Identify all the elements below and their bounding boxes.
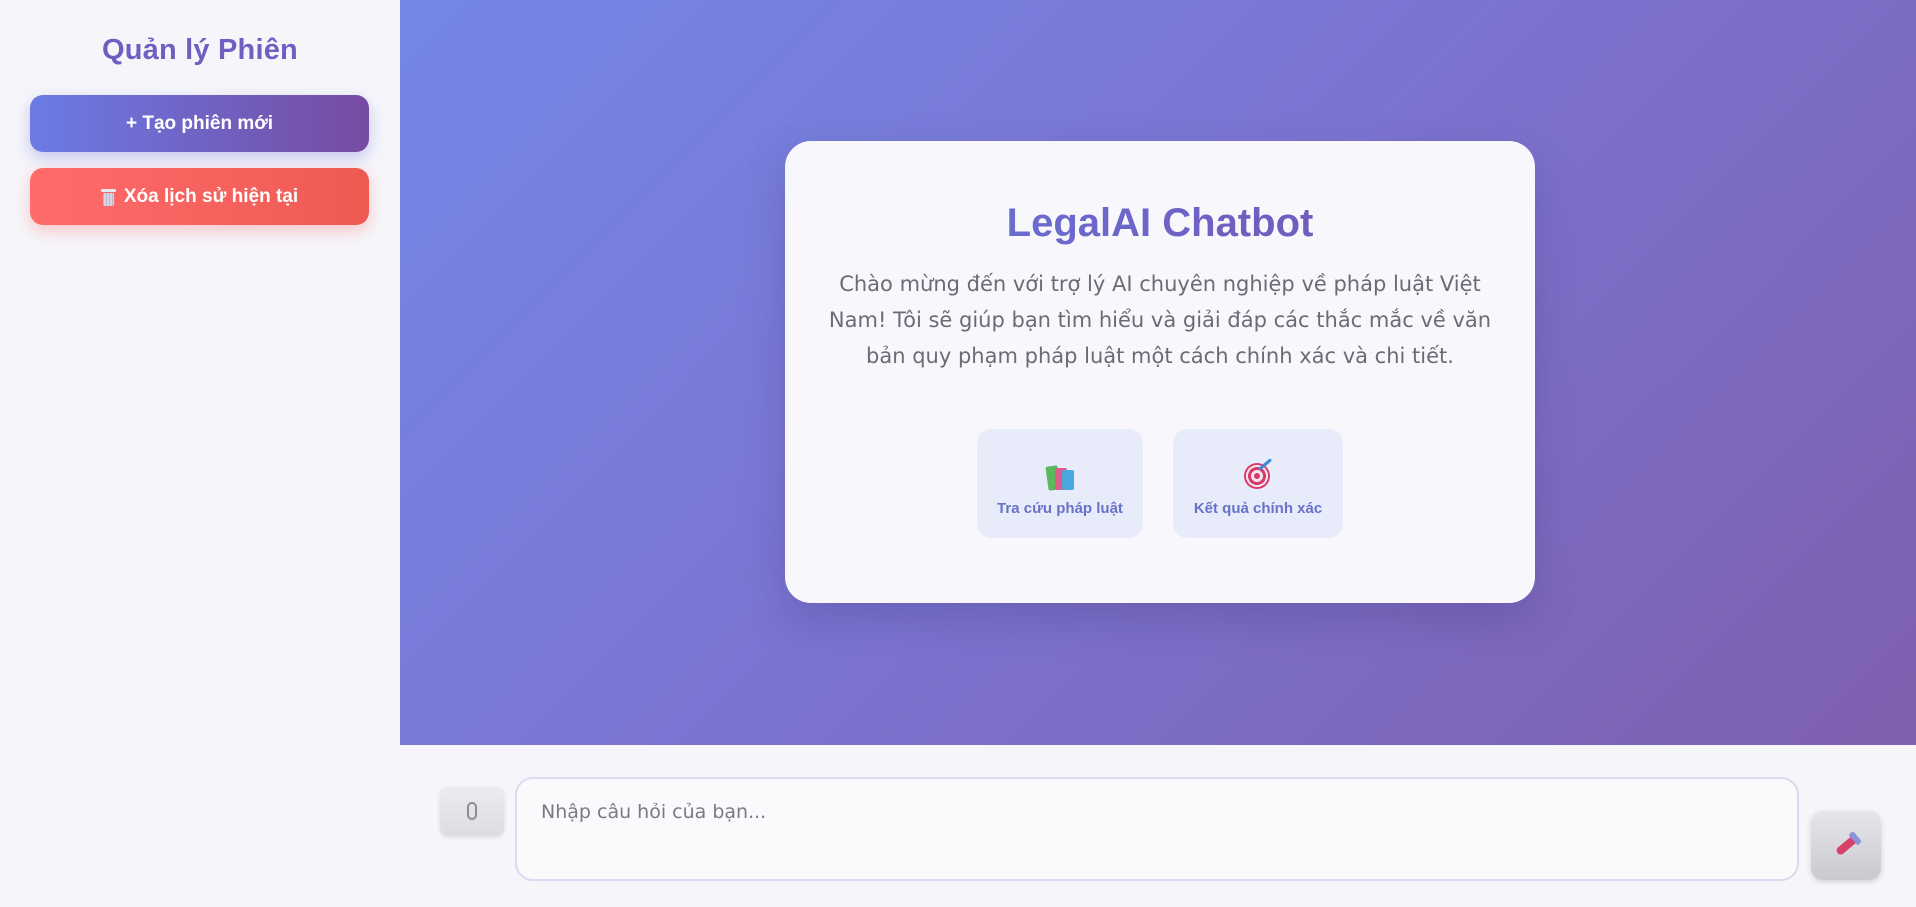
- trash-icon: [100, 188, 116, 206]
- attach-button[interactable]: [440, 787, 504, 835]
- feature-list: Tra cứu pháp luật Kết quả chính xác: [785, 429, 1535, 538]
- books-icon: [1045, 460, 1075, 491]
- feature-label: Kết quả chính xác: [1193, 500, 1323, 517]
- welcome-card: LegalAI Chatbot Chào mừng đến với trợ lý…: [785, 141, 1535, 603]
- clear-history-label: Xóa lịch sử hiện tại: [123, 185, 299, 207]
- paperclip-icon: [467, 802, 477, 820]
- feature-accurate-results[interactable]: Kết quả chính xác: [1173, 429, 1343, 538]
- new-session-label: + Tạo phiên mới: [125, 112, 274, 134]
- question-input[interactable]: Nhập câu hỏi của bạn...: [515, 777, 1799, 881]
- feature-legal-lookup[interactable]: Tra cứu pháp luật: [977, 429, 1143, 538]
- target-icon: [1243, 458, 1273, 490]
- feature-label: Tra cứu pháp luật: [997, 500, 1123, 517]
- welcome-title: LegalAI Chatbot: [785, 201, 1535, 246]
- composer: Nhập câu hỏi của bạn...: [400, 745, 1916, 907]
- chat-area: LegalAI Chatbot Chào mừng đến với trợ lý…: [400, 0, 1916, 745]
- clear-history-button[interactable]: Xóa lịch sử hiện tại: [30, 168, 369, 225]
- sidebar: Quản lý Phiên + Tạo phiên mới Xóa lịch s…: [0, 0, 400, 907]
- new-session-button[interactable]: + Tạo phiên mới: [30, 95, 369, 152]
- send-button[interactable]: [1811, 811, 1881, 880]
- rocket-icon: [1835, 835, 1857, 856]
- welcome-text: Chào mừng đến với trợ lý AI chuyên nghiệ…: [828, 272, 1492, 368]
- sidebar-title: Quản lý Phiên: [102, 34, 298, 66]
